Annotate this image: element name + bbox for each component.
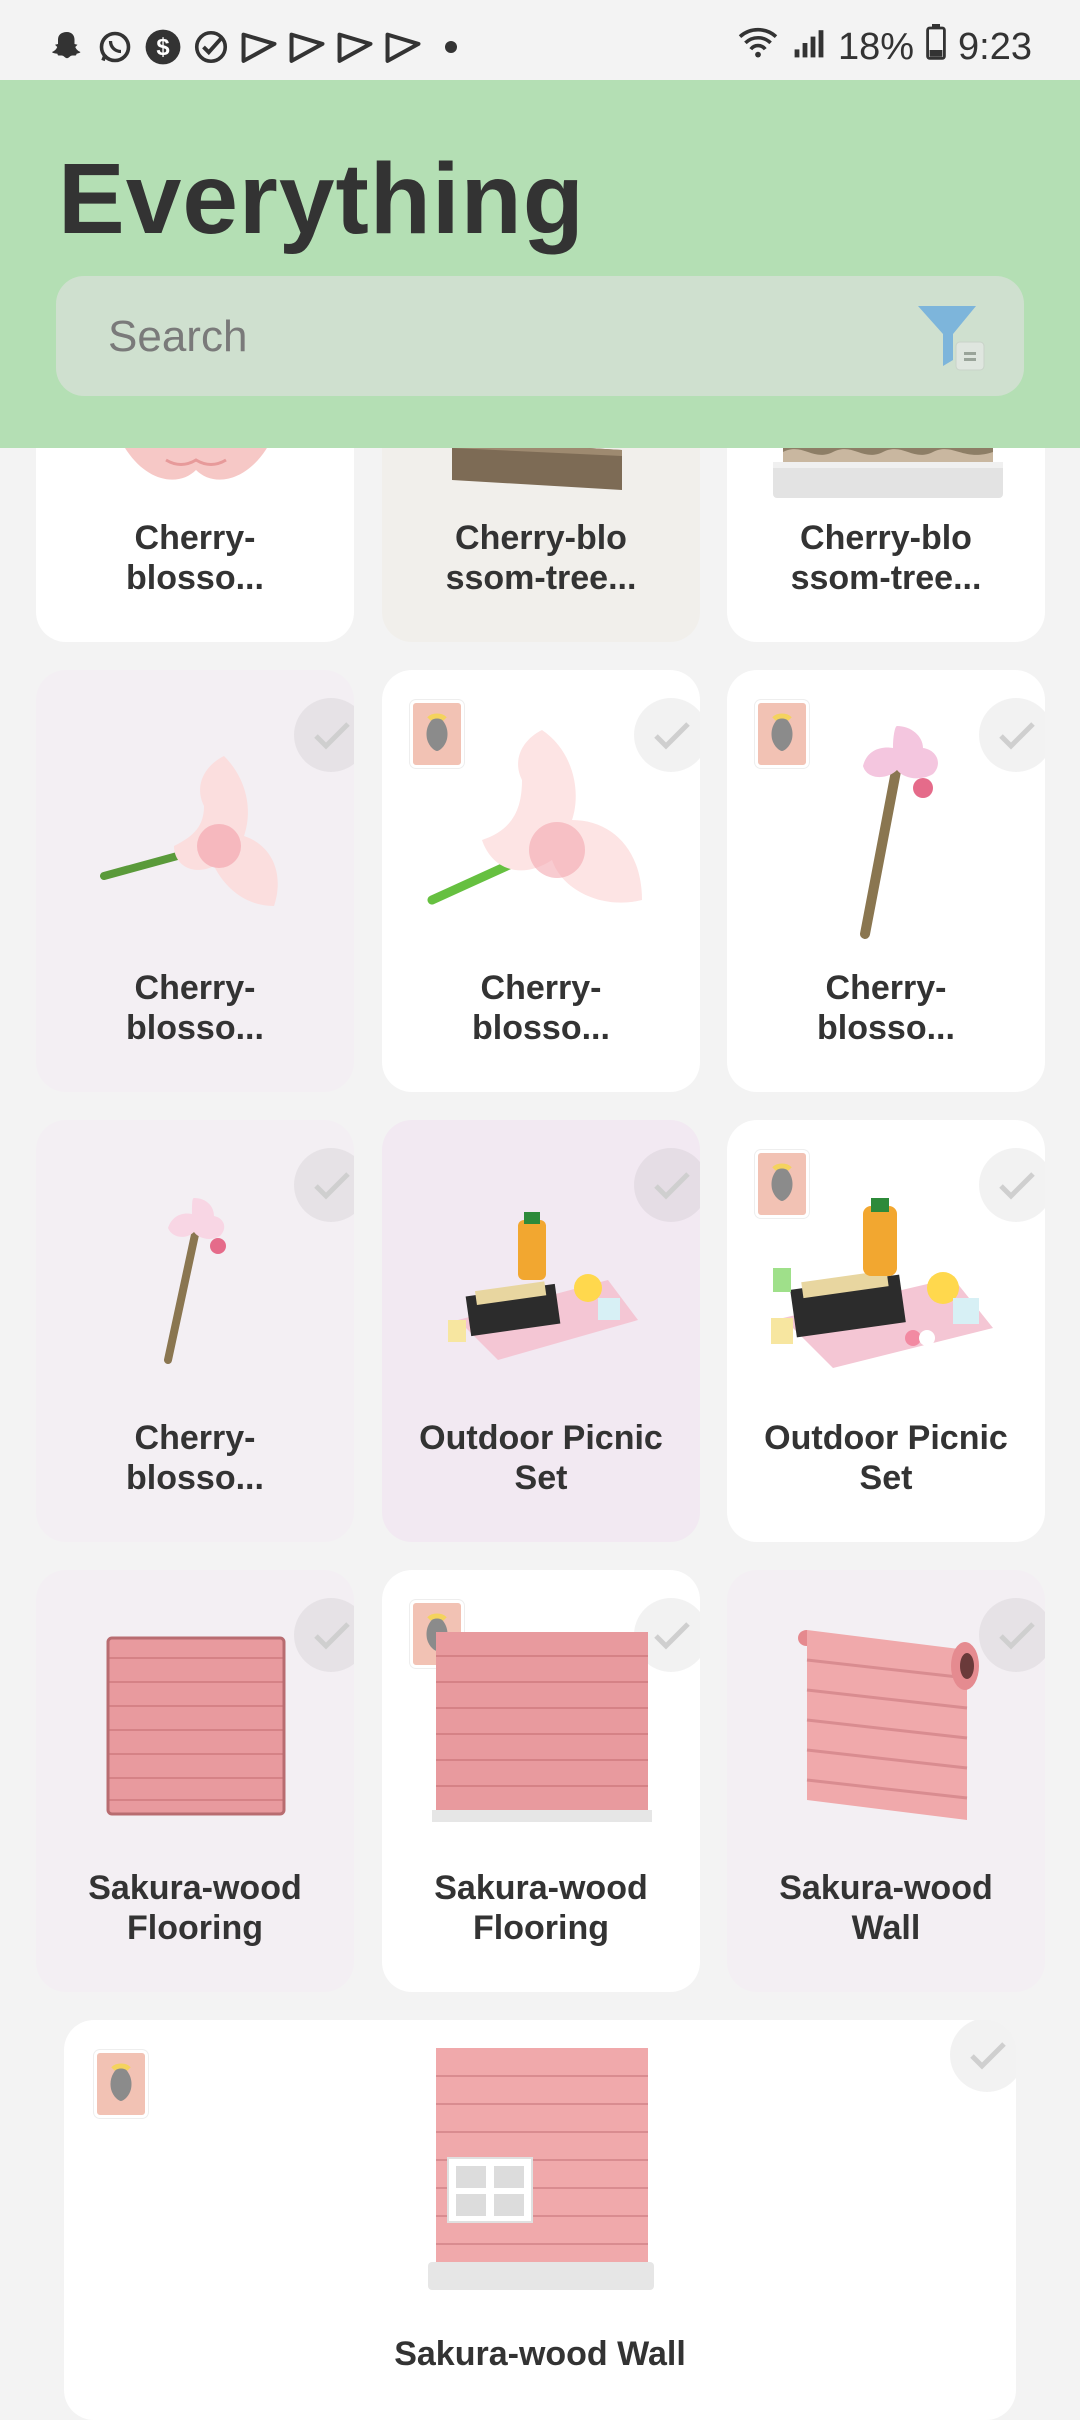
battery-icon — [926, 24, 946, 70]
filter-button[interactable] — [912, 298, 988, 374]
wood-wall-window-icon — [428, 2048, 654, 2290]
item-name: Outdoor Picnic Set — [764, 1419, 1008, 1497]
wood-flooring-icon — [106, 1636, 286, 1816]
collect-check-button[interactable] — [294, 1598, 354, 1672]
check-icon — [654, 1622, 690, 1650]
item-card[interactable]: Outdoor Picnic Set — [727, 1120, 1045, 1542]
filter-funnel-icon — [918, 306, 985, 371]
item-card[interactable]: Cherry- blosso... — [36, 670, 354, 1092]
item-name: Sakura-wood Wall — [779, 1869, 993, 1947]
item-name: Cherry- blosso... — [126, 1419, 264, 1497]
play-icon-1 — [240, 28, 278, 66]
wood-flooring-icon — [432, 1632, 652, 1822]
check-icon — [999, 1172, 1035, 1200]
search-bar[interactable] — [56, 276, 1024, 398]
item-name: Sakura-wood Wall — [394, 2335, 686, 2373]
item-card[interactable]: Cherry- blosso... — [727, 670, 1045, 1092]
app-header: Everything — [0, 80, 1080, 448]
item-name: Cherry- blosso... — [126, 969, 264, 1047]
clock-time: 9:23 — [958, 25, 1032, 68]
cherry-blossom-wand-icon — [164, 1198, 226, 1364]
item-card[interactable]: Sakura-wood Flooring — [36, 1570, 354, 1992]
play-icon-4 — [384, 28, 422, 66]
check-icon — [314, 1622, 350, 1650]
item-card[interactable]: Outdoor Picnic Set — [382, 1120, 700, 1542]
signal-icon — [792, 26, 826, 69]
wood-wall-roll-icon — [798, 1630, 979, 1820]
leaf-icon — [768, 713, 796, 753]
item-name: Sakura-wood Flooring — [88, 1869, 302, 1947]
whatsapp-icon — [96, 28, 134, 66]
check-icon — [970, 2042, 1006, 2070]
item-card[interactable]: Sakura-wood Wall — [727, 1570, 1045, 1992]
item-name: Outdoor Picnic Set — [419, 1419, 663, 1497]
cherry-blossom-branch-icon — [427, 730, 642, 905]
search-input[interactable] — [106, 276, 910, 398]
snapchat-icon — [48, 28, 86, 66]
wifi-icon — [736, 24, 780, 70]
collect-check-button[interactable] — [950, 2020, 1016, 2092]
cherry-blossom-wand-icon — [860, 726, 938, 939]
check-icon — [999, 1622, 1035, 1650]
collect-check-button[interactable] — [979, 1598, 1045, 1672]
leaf-icon — [768, 1163, 796, 1203]
item-card[interactable]: Cherry- blosso... — [36, 1120, 354, 1542]
item-card[interactable]: Sakura-wood Wall — [64, 2020, 1016, 2420]
item-name: Cherry- blosso... — [817, 969, 955, 1047]
item-card[interactable]: Sakura-wood Flooring — [382, 1570, 700, 1992]
item-card[interactable]: Cherry- blosso... — [382, 670, 700, 1092]
collect-check-button[interactable] — [979, 698, 1045, 772]
leaf-icon — [107, 2063, 135, 2103]
cherry-blossom-branch-icon — [100, 756, 278, 906]
collect-check-button[interactable] — [294, 698, 354, 772]
check-icon — [654, 1172, 690, 1200]
page-title: Everything — [58, 143, 585, 255]
more-dot-icon — [432, 28, 470, 66]
item-name: Cherry-blo ssom-tree... — [445, 519, 637, 597]
play-icon-2 — [288, 28, 326, 66]
picnic-set-icon — [771, 1198, 993, 1368]
picnic-set-icon — [448, 1212, 638, 1360]
item-name: Cherry-blo ssom-tree... — [790, 519, 982, 597]
svg-text:$: $ — [156, 34, 169, 61]
item-name: Cherry- blosso... — [126, 519, 264, 597]
check-icon — [314, 1172, 350, 1200]
diy-recipe-badge — [755, 700, 809, 768]
dollar-icon: $ — [144, 28, 182, 66]
task-check-icon — [192, 28, 230, 66]
check-icon — [999, 722, 1035, 750]
item-name: Cherry- blosso... — [472, 969, 610, 1047]
diy-recipe-badge — [94, 2050, 148, 2118]
item-name: Sakura-wood Flooring — [434, 1869, 648, 1947]
play-icon-3 — [336, 28, 374, 66]
battery-text: 18% — [837, 25, 915, 68]
collect-check-button[interactable] — [294, 1148, 354, 1222]
status-bar: $ 18% 9:23 — [0, 0, 1080, 80]
check-icon — [314, 722, 350, 750]
